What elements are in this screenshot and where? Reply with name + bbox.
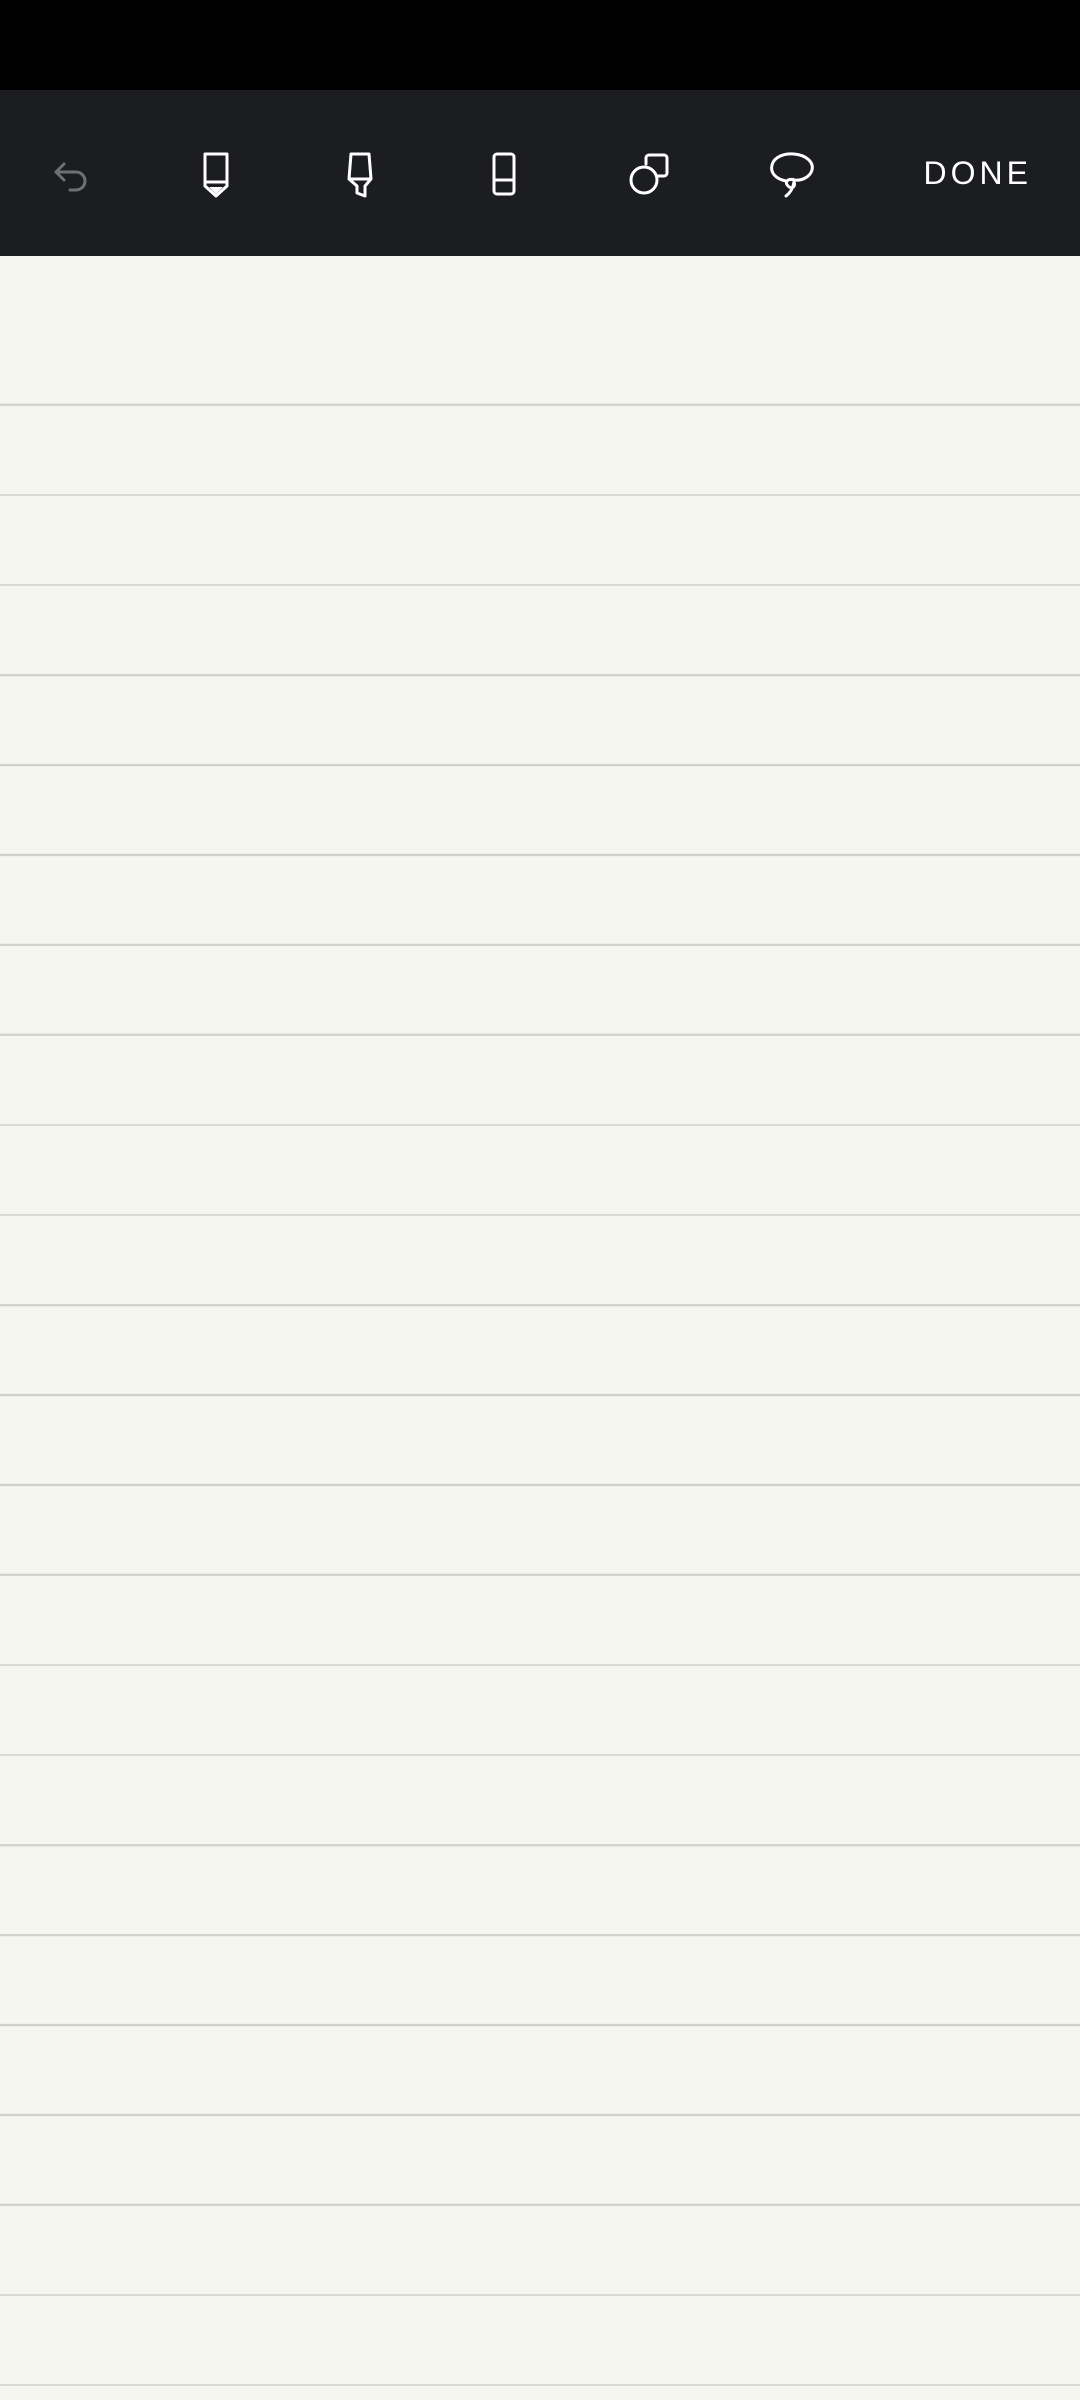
- undo-button[interactable]: [36, 138, 108, 210]
- highlighter-tool-button[interactable]: [324, 138, 396, 210]
- shapes-icon: [629, 153, 669, 195]
- highlighter-icon: [347, 152, 373, 198]
- done-button[interactable]: DONE: [924, 145, 1032, 201]
- pen-icon: [203, 152, 229, 198]
- lasso-icon: [770, 152, 814, 198]
- eraser-icon: [492, 152, 516, 196]
- lasso-tool-button[interactable]: [756, 138, 828, 210]
- drawing-toolbar: DONE: [0, 90, 1080, 256]
- pen-tool-button[interactable]: [180, 138, 252, 210]
- shapes-tool-button[interactable]: [612, 138, 684, 210]
- eraser-tool-button[interactable]: [468, 138, 540, 210]
- undo-icon: [54, 162, 87, 192]
- lined-paper-canvas[interactable]: [0, 256, 1080, 2400]
- status-bar: [0, 0, 1080, 90]
